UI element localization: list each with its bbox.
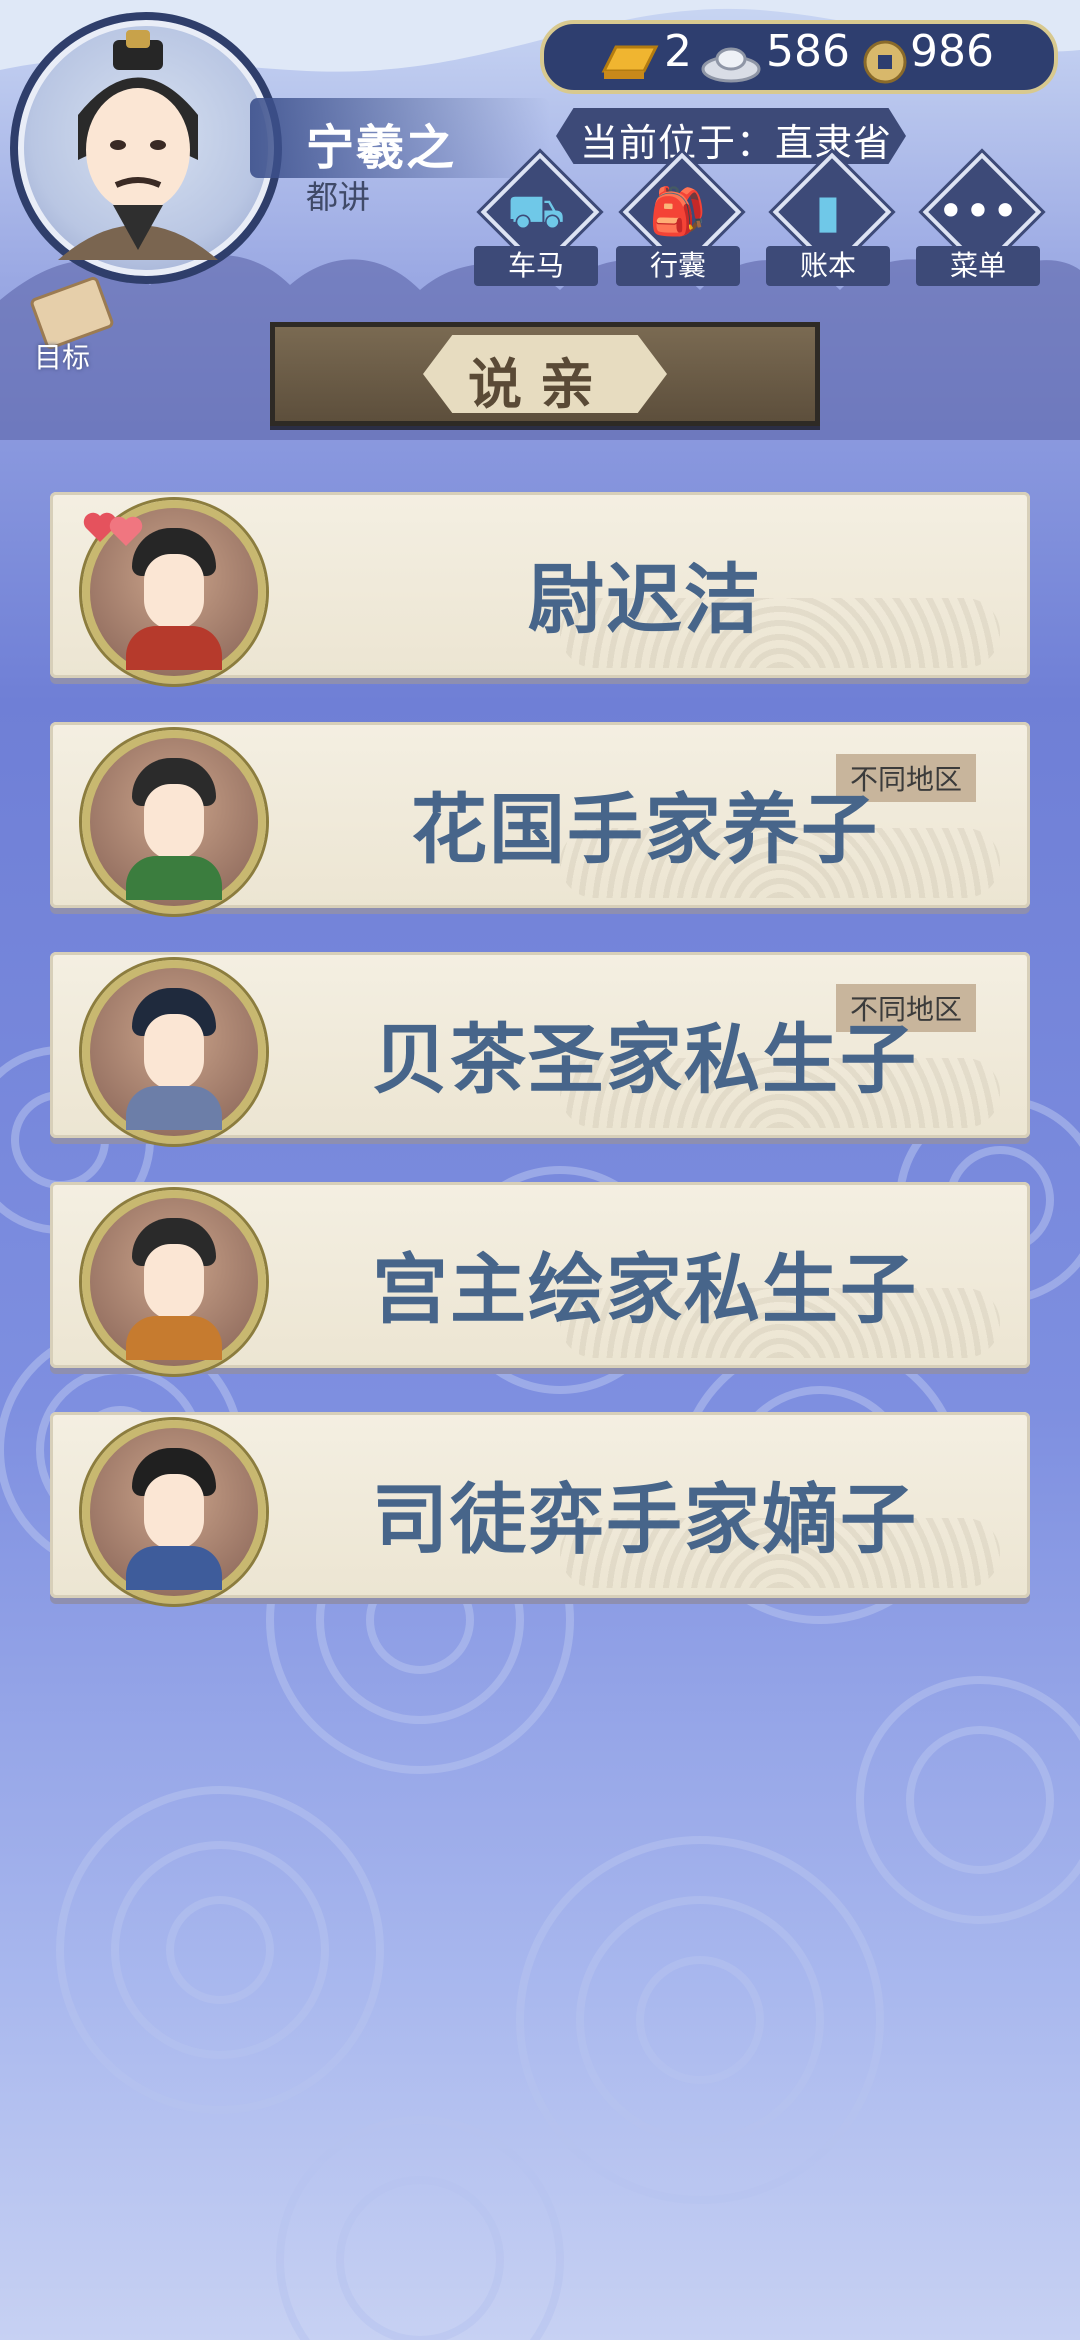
menu-button[interactable]: ••• 菜单: [916, 152, 1042, 288]
avatar-outfit: [126, 1316, 222, 1360]
candidate-name: 花国手家养子: [411, 785, 879, 874]
bag-button[interactable]: 🎒 行囊: [616, 152, 742, 288]
silver-count: 586: [766, 26, 850, 77]
candidate-card[interactable]: 不同地区 花国手家养子: [50, 722, 1030, 914]
player-title: 都讲: [306, 178, 371, 216]
candidate-avatar: [82, 1190, 266, 1374]
copper-count: 986: [910, 26, 994, 77]
candidate-avatar: [82, 1420, 266, 1604]
avatar-outfit: [126, 1546, 222, 1590]
candidate-avatar: [82, 730, 266, 914]
candidate-card[interactable]: 尉迟洁: [50, 492, 1030, 684]
avatar-outfit: [126, 856, 222, 900]
gold-bar-icon: [601, 45, 659, 79]
candidate-name: 司徒弈手家嫡子: [372, 1475, 918, 1564]
player-avatar[interactable]: [10, 12, 282, 284]
candidate-name: 宫主绘家私生子: [372, 1245, 918, 1334]
goal-label: 目标: [34, 341, 91, 374]
candidate-avatar: [82, 960, 266, 1144]
menu-label: 菜单: [916, 246, 1040, 286]
candidate-card[interactable]: 司徒弈手家嫡子: [50, 1412, 1030, 1604]
page-title: 说亲: [468, 353, 612, 416]
ledger-icon: ▮: [815, 184, 841, 238]
menu-dots-icon: •••: [937, 184, 1019, 238]
avatar-face: [144, 784, 204, 860]
avatar-face: [144, 1474, 204, 1550]
candidate-name: 尉迟洁: [528, 555, 762, 644]
silver-ingot-icon: [701, 47, 761, 83]
gold-count: 2: [664, 26, 692, 77]
player-portrait-icon: [58, 30, 218, 260]
avatar-face: [144, 1244, 204, 1320]
avatar-outfit: [126, 1086, 222, 1130]
location-text: 当前位于：直隶省: [580, 121, 893, 165]
avatar-face: [144, 554, 204, 630]
ledger-button[interactable]: ▮ 账本: [766, 152, 892, 288]
bag-icon: 🎒: [649, 184, 707, 238]
avatar-face: [144, 1014, 204, 1090]
candidate-card[interactable]: 宫主绘家私生子: [50, 1182, 1030, 1374]
candidate-name: 贝茶圣家私生子: [372, 1015, 918, 1104]
carriage-button[interactable]: ⛟ 车马: [474, 152, 600, 288]
copper-coin-icon: [863, 40, 907, 84]
player-name: 宁羲之: [306, 120, 457, 176]
carriage-icon: ⛟: [507, 184, 565, 238]
carriage-label: 车马: [474, 246, 598, 286]
ledger-label: 账本: [766, 246, 890, 286]
candidate-card[interactable]: 不同地区 贝茶圣家私生子: [50, 952, 1030, 1144]
hearts-icon: [83, 512, 143, 546]
avatar-outfit: [126, 626, 222, 670]
bag-label: 行囊: [616, 246, 740, 286]
goal-button[interactable]: 目标: [10, 275, 120, 380]
